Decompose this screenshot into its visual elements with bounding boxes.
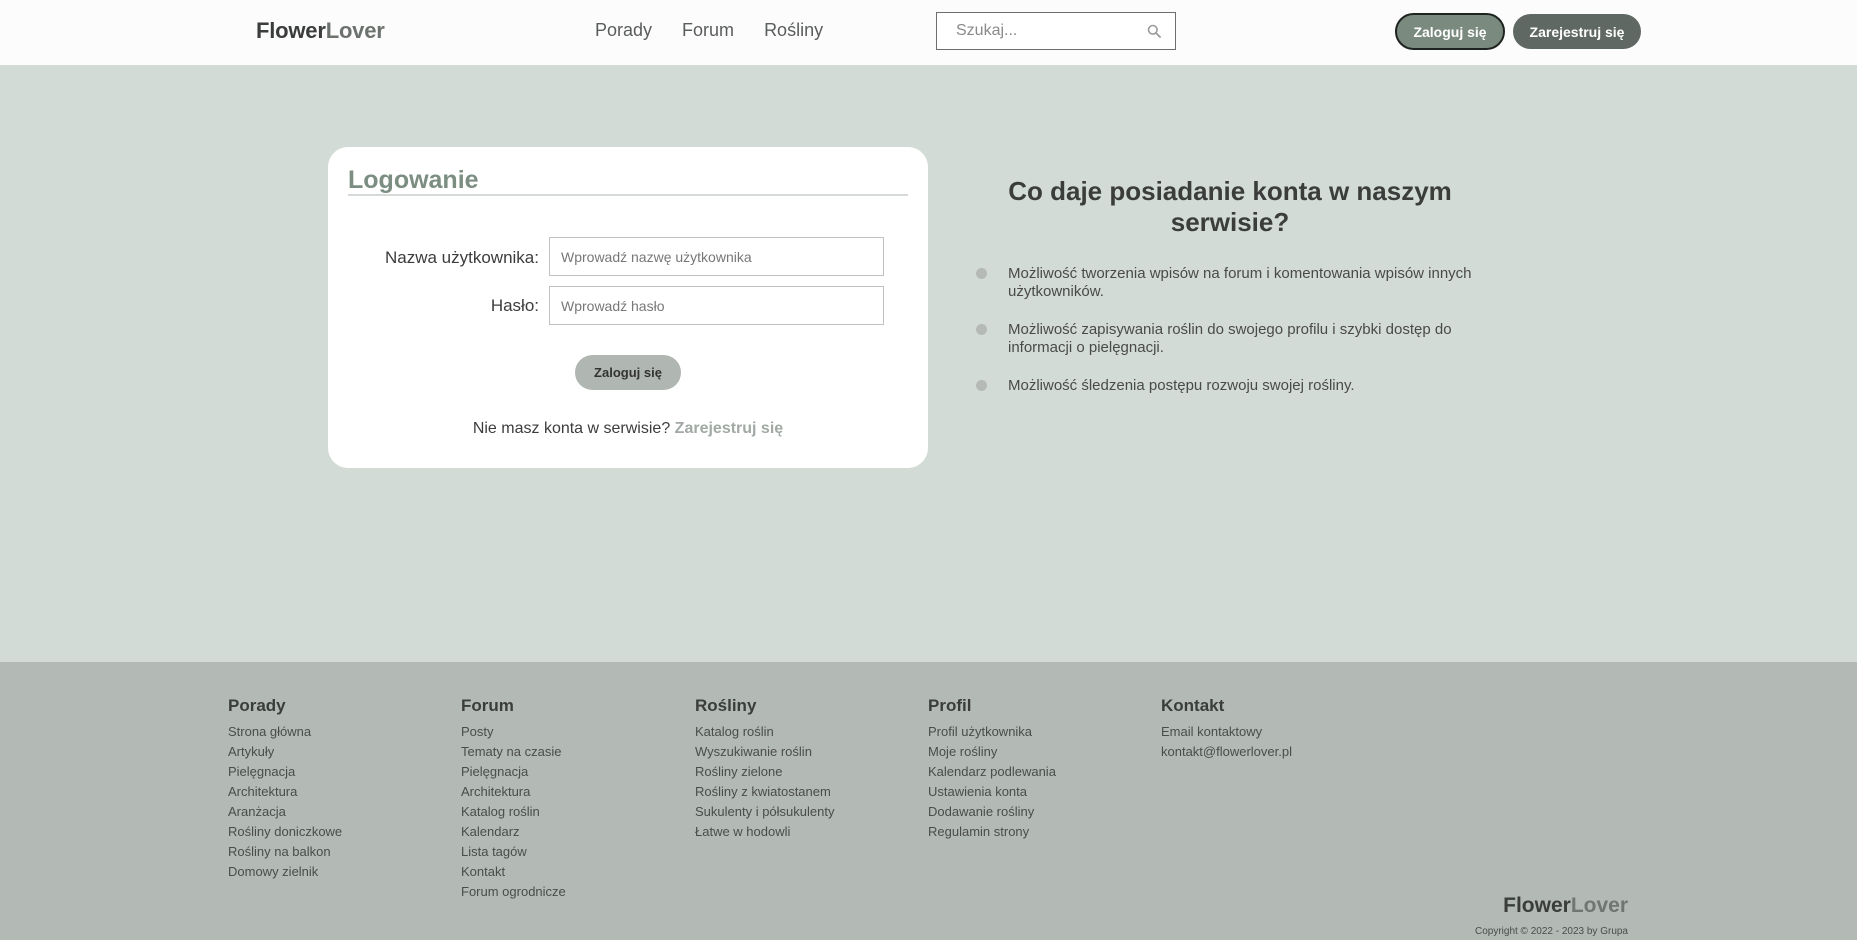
footer-link[interactable]: Dodawanie rośliny bbox=[928, 802, 1056, 822]
bullet-icon bbox=[976, 324, 987, 335]
username-label: Nazwa użytkownika: bbox=[384, 248, 539, 267]
footer-link[interactable]: Architektura bbox=[228, 782, 342, 802]
footer-col-rosliny: Rośliny Katalog roślin Wyszukiwanie rośl… bbox=[695, 696, 834, 842]
footer-link[interactable]: Moje rośliny bbox=[928, 742, 1056, 762]
bullet-icon bbox=[976, 380, 987, 391]
footer-link[interactable]: Posty bbox=[461, 722, 566, 742]
footer-link[interactable]: Kalendarz podlewania bbox=[928, 762, 1056, 782]
register-prompt: Nie masz konta w serwisie? Zarejestruj s… bbox=[328, 420, 928, 438]
footer-link[interactable]: kontakt@flowerlover.pl bbox=[1161, 742, 1292, 762]
footer-link[interactable]: Architektura bbox=[461, 782, 566, 802]
nav-rosliny[interactable]: Rośliny bbox=[764, 20, 823, 41]
password-input[interactable] bbox=[549, 286, 884, 325]
header-register-button[interactable]: Zarejestruj się bbox=[1513, 14, 1641, 49]
title-divider bbox=[348, 194, 908, 196]
register-link[interactable]: Zarejestruj się bbox=[675, 420, 784, 437]
nav-forum[interactable]: Forum bbox=[682, 20, 734, 41]
login-title: Logowanie bbox=[348, 166, 479, 194]
footer-link[interactable]: Domowy zielnik bbox=[228, 862, 342, 882]
login-card: Logowanie Nazwa użytkownika: Hasło: Zalo… bbox=[328, 147, 928, 468]
nav-porady[interactable]: Porady bbox=[595, 20, 652, 41]
footer-heading: Profil bbox=[928, 696, 972, 715]
footer-link[interactable]: Sukulenty i półsukulenty bbox=[695, 802, 834, 822]
site-header: FlowerLover Porady Forum Rośliny Zaloguj… bbox=[0, 0, 1857, 65]
footer-heading: Rośliny bbox=[695, 696, 757, 715]
benefits-title: Co daje posiadanie konta w naszym serwis… bbox=[1008, 176, 1452, 237]
no-account-text: Nie masz konta w serwisie? bbox=[472, 420, 671, 437]
benefits-list: Możliwość tworzenia wpisów na forum i ko… bbox=[976, 265, 1486, 415]
copyright-text: Copyright © 2022 - 2023 by Grupa bbox=[1474, 926, 1628, 937]
footer-heading: Kontakt bbox=[1161, 696, 1225, 715]
username-input[interactable] bbox=[549, 237, 884, 276]
footer-link[interactable]: Regulamin strony bbox=[928, 822, 1056, 842]
footer-link[interactable]: Tematy na czasie bbox=[461, 742, 566, 762]
footer-heading: Porady bbox=[228, 696, 286, 715]
benefit-item: Możliwość tworzenia wpisów na forum i ko… bbox=[976, 265, 1486, 301]
logo-lover-text: Lover bbox=[325, 18, 385, 43]
header-login-button[interactable]: Zaloguj się bbox=[1395, 13, 1505, 50]
benefit-item: Możliwość zapisywania roślin do swojego … bbox=[976, 321, 1486, 357]
footer-link[interactable]: Kontakt bbox=[461, 862, 566, 882]
footer-link[interactable]: Rośliny na balkon bbox=[228, 842, 342, 862]
footer-logo[interactable]: FlowerLover bbox=[1503, 894, 1628, 918]
benefit-item: Możliwość śledzenia postępu rozwoju swoj… bbox=[976, 377, 1486, 395]
footer-col-profil: Profil Profil użytkownika Moje rośliny K… bbox=[928, 696, 1056, 842]
search-box bbox=[936, 12, 1176, 50]
login-submit-button[interactable]: Zaloguj się bbox=[575, 355, 681, 390]
footer-link[interactable]: Katalog roślin bbox=[461, 802, 566, 822]
footer-link[interactable]: Profil użytkownika bbox=[928, 722, 1056, 742]
footer-link[interactable]: Katalog roślin bbox=[695, 722, 834, 742]
footer-logo-flower-text: Flower bbox=[1503, 894, 1571, 917]
footer-col-porady: Porady Strona główna Artykuły Pielęgnacj… bbox=[228, 696, 342, 882]
footer-link[interactable]: Lista tagów bbox=[461, 842, 566, 862]
footer-col-kontakt: Kontakt Email kontaktowy kontakt@flowerl… bbox=[1161, 696, 1292, 762]
search-icon[interactable] bbox=[1147, 24, 1161, 38]
footer-heading: Forum bbox=[461, 696, 514, 715]
benefit-text: Możliwość śledzenia postępu rozwoju swoj… bbox=[1008, 377, 1355, 394]
footer-link[interactable]: Pielęgnacja bbox=[228, 762, 342, 782]
footer-link[interactable]: Artykuły bbox=[228, 742, 342, 762]
password-label: Hasło: bbox=[490, 296, 539, 315]
footer-link[interactable]: Strona główna bbox=[228, 722, 342, 742]
footer-link[interactable]: Rośliny z kwiatostanem bbox=[695, 782, 834, 802]
footer-col-forum: Forum Posty Tematy na czasie Pielęgnacja… bbox=[461, 696, 566, 902]
footer-link[interactable]: Kalendarz bbox=[461, 822, 566, 842]
footer-link[interactable]: Wyszukiwanie roślin bbox=[695, 742, 834, 762]
search-input[interactable] bbox=[937, 13, 1137, 49]
footer-logo-lover-text: Lover bbox=[1570, 894, 1628, 917]
logo-flower-text: Flower bbox=[256, 18, 326, 43]
site-logo[interactable]: FlowerLover bbox=[256, 18, 385, 44]
footer-link[interactable]: Łatwe w hodowli bbox=[695, 822, 834, 842]
bullet-icon bbox=[976, 268, 987, 279]
footer-link[interactable]: Pielęgnacja bbox=[461, 762, 566, 782]
main-nav: Porady Forum Rośliny bbox=[595, 20, 823, 41]
footer-link[interactable]: Aranżacja bbox=[228, 802, 342, 822]
footer-link[interactable]: Forum ogrodnicze bbox=[461, 882, 566, 902]
site-footer: Porady Strona główna Artykuły Pielęgnacj… bbox=[0, 662, 1857, 940]
footer-link[interactable]: Ustawienia konta bbox=[928, 782, 1056, 802]
footer-link[interactable]: Rośliny doniczkowe bbox=[228, 822, 342, 842]
benefit-text: Możliwość tworzenia wpisów na forum i ko… bbox=[1008, 265, 1472, 300]
benefit-text: Możliwość zapisywania roślin do swojego … bbox=[1008, 321, 1452, 356]
footer-link[interactable]: Rośliny zielone bbox=[695, 762, 834, 782]
footer-link[interactable]: Email kontaktowy bbox=[1161, 722, 1292, 742]
